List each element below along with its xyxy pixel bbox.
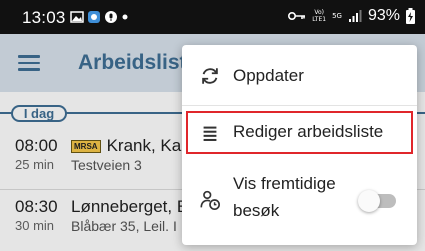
5g-label: 5G <box>332 12 342 20</box>
menu-item-label-line2: besøk <box>233 201 280 220</box>
volte-label: Vo) <box>314 9 324 16</box>
app-notification-icon <box>88 11 100 23</box>
overflow-menu: Oppdater Rediger arbeidsliste Vis fremti… <box>182 45 417 245</box>
microphone-icon <box>105 11 117 23</box>
toggle-knob <box>358 190 380 212</box>
menu-item-oppdater[interactable]: Oppdater <box>182 45 417 105</box>
battery-charging-icon <box>406 8 415 24</box>
menu-divider <box>182 105 417 106</box>
volte-indicator: Vo) LTE1 <box>312 9 326 23</box>
highlight-box <box>186 111 413 154</box>
signal-icon <box>348 10 362 22</box>
menu-item-label-line1: Vis fremtidige <box>233 174 336 193</box>
status-time: 13:03 <box>22 8 66 27</box>
key-icon <box>288 12 306 20</box>
lte-label: LTE1 <box>312 16 327 23</box>
gallery-icon <box>70 11 84 23</box>
person-clock-icon <box>200 190 220 210</box>
refresh-icon <box>202 68 218 84</box>
notification-icons <box>70 9 129 25</box>
status-right: Vo) LTE1 5G 93% <box>288 7 415 25</box>
future-visits-toggle[interactable] <box>358 189 400 213</box>
battery-percent: 93% <box>367 7 400 24</box>
dot-icon <box>122 14 128 20</box>
status-bar: 13:03 Vo) LTE1 5G 93% <box>0 0 425 34</box>
menu-item-label: Oppdater <box>233 66 304 85</box>
